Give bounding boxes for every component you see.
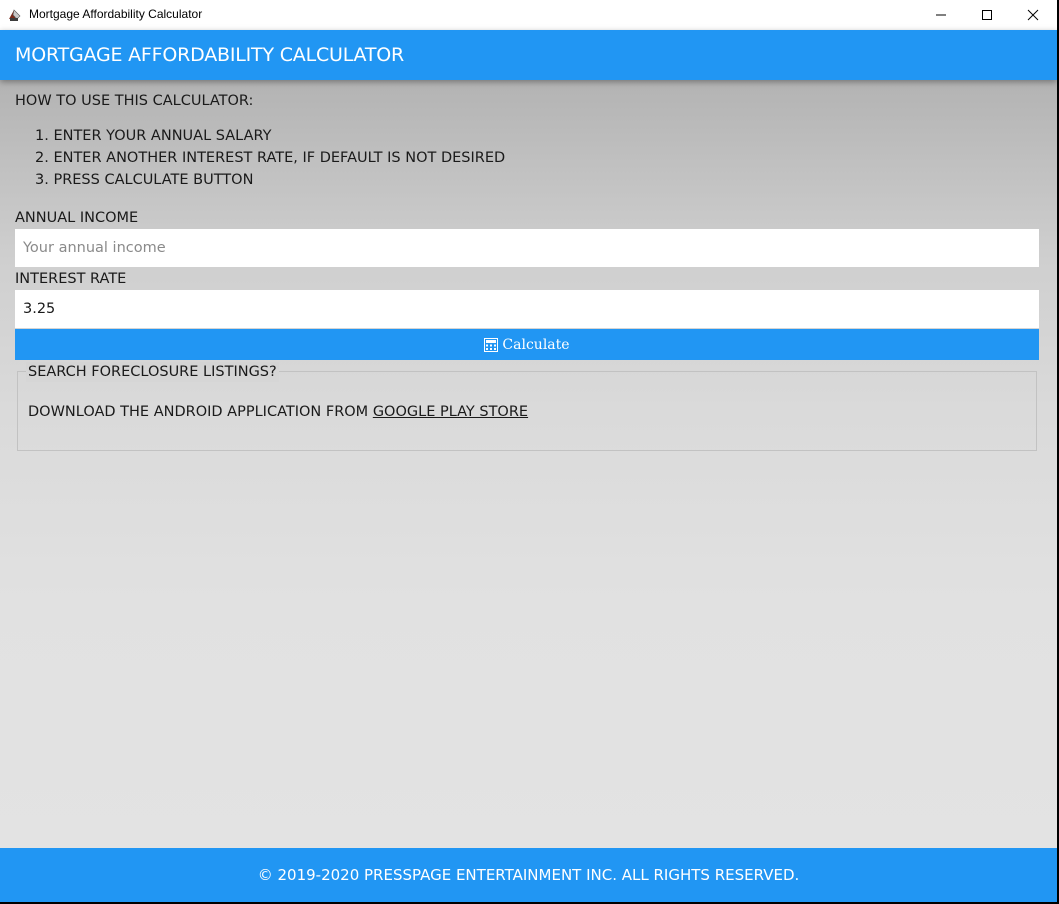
app-icon <box>9 9 21 21</box>
calculate-button-label: Calculate <box>502 336 570 353</box>
app-header: MORTGAGE AFFORDABILITY CALCULATOR <box>0 30 1057 80</box>
calculate-button[interactable]: Calculate <box>15 329 1039 360</box>
download-text: DOWNLOAD THE ANDROID APPLICATION FROM GO… <box>28 404 528 420</box>
minimize-icon <box>936 14 946 16</box>
calculator-icon <box>484 337 499 352</box>
instruction-step: 3. PRESS CALCULATE BUTTON <box>35 172 254 188</box>
foreclosure-legend: SEARCH FORECLOSURE LISTINGS? <box>26 362 279 382</box>
instruction-step: 1. ENTER YOUR ANNUAL SALARY <box>35 128 272 144</box>
interest-rate-input[interactable] <box>15 290 1039 328</box>
title-bar[interactable]: Mortgage Affordability Calculator <box>0 0 1057 30</box>
instruction-step: 2. ENTER ANOTHER INTEREST RATE, IF DEFAU… <box>35 150 506 166</box>
copyright-text: © 2019-2020 PRESSPAGE ENTERTAINMENT INC.… <box>257 866 800 884</box>
annual-income-label: ANNUAL INCOME <box>15 210 139 226</box>
close-button[interactable] <box>1010 0 1056 30</box>
google-play-link[interactable]: GOOGLE PLAY STORE <box>373 404 528 420</box>
close-icon <box>1027 9 1039 21</box>
foreclosure-panel: SEARCH FORECLOSURE LISTINGS? DOWNLOAD TH… <box>17 362 1037 451</box>
maximize-icon <box>982 10 992 20</box>
main-content: HOW TO USE THIS CALCULATOR: 1. ENTER YOU… <box>0 80 1057 848</box>
page-title: MORTGAGE AFFORDABILITY CALCULATOR <box>15 44 405 66</box>
app-window: Mortgage Affordability Calculator MORTGA… <box>0 0 1057 902</box>
window-title: Mortgage Affordability Calculator <box>29 7 203 21</box>
instructions-heading: HOW TO USE THIS CALCULATOR: <box>15 93 254 109</box>
annual-income-input[interactable] <box>15 229 1039 267</box>
minimize-button[interactable] <box>918 0 964 30</box>
interest-rate-label: INTEREST RATE <box>15 271 127 287</box>
maximize-button[interactable] <box>964 0 1010 30</box>
app-footer: © 2019-2020 PRESSPAGE ENTERTAINMENT INC.… <box>0 848 1057 902</box>
download-prefix: DOWNLOAD THE ANDROID APPLICATION FROM <box>28 404 373 420</box>
